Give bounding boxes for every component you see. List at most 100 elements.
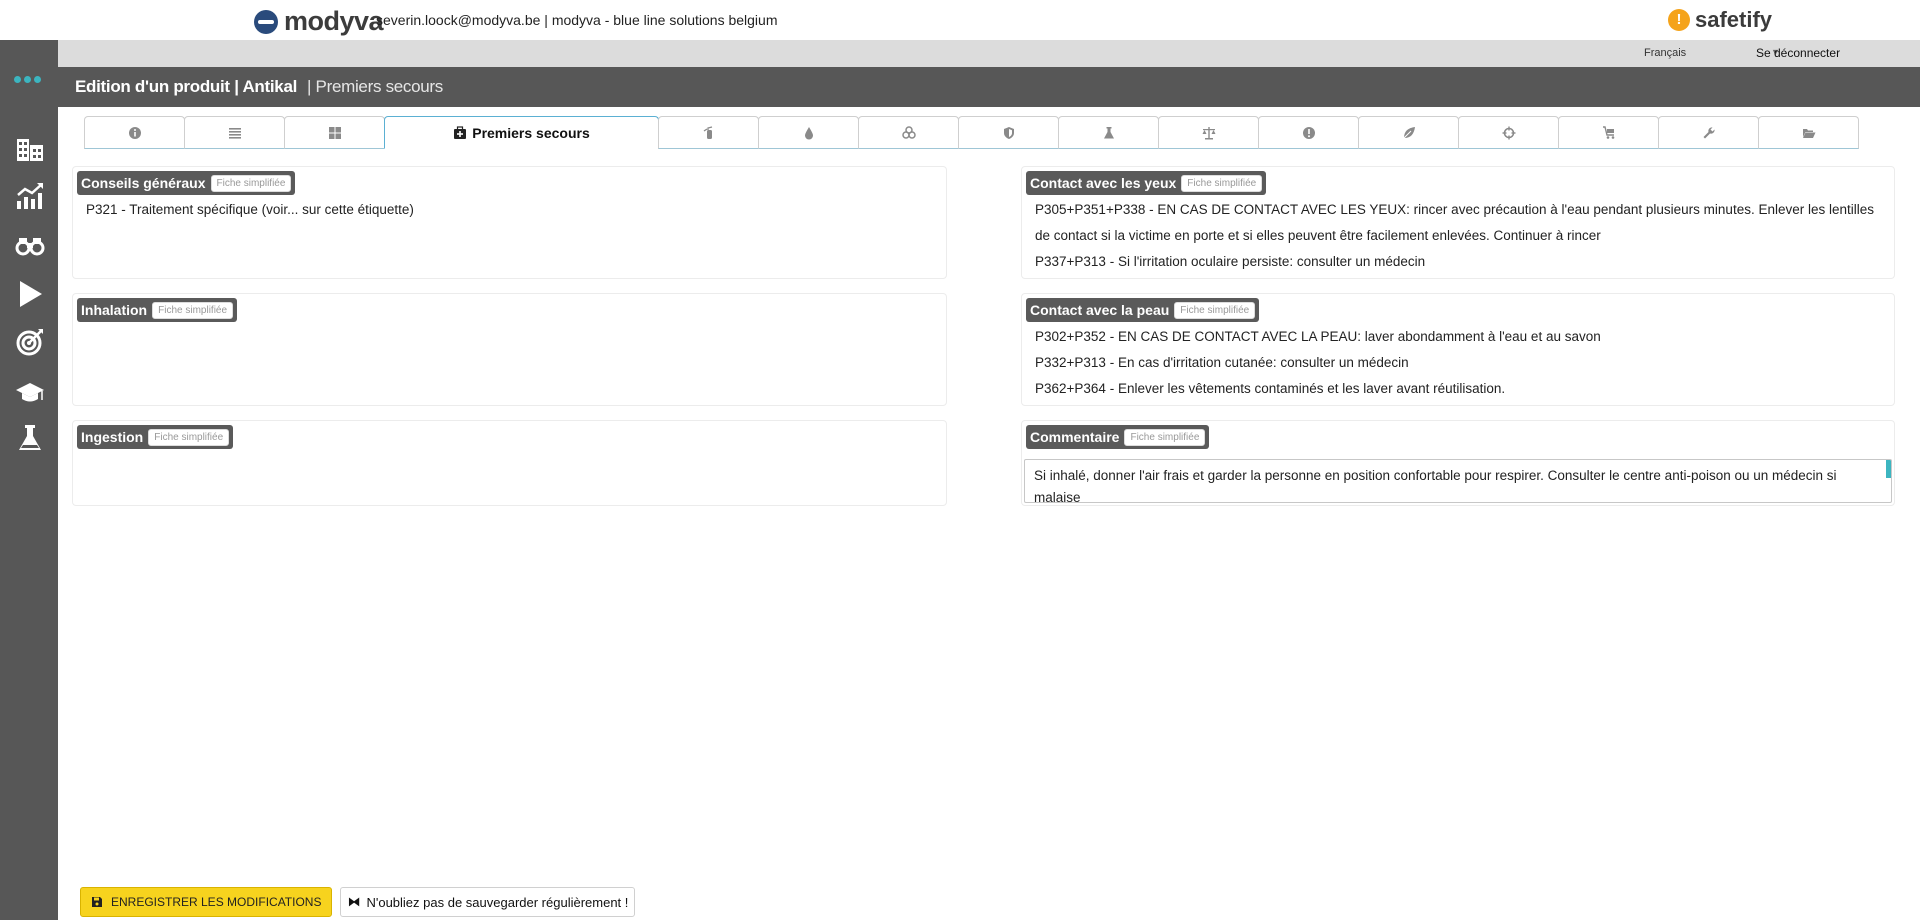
textarea-scrollbar[interactable]	[1886, 460, 1891, 478]
phrase-list: P302+P352 - EN CAS DE CONTACT AVEC LA PE…	[1035, 324, 1886, 402]
top-bar: modyva severin.loock@modyva.be | modyva …	[0, 0, 1920, 40]
section-header: Ingestion Fiche simplifiée	[77, 425, 234, 449]
scale-icon	[1202, 126, 1215, 139]
section-skin-contact: Contact avec la peau Fiche simplifiée P3…	[1021, 293, 1895, 406]
page-title: Edition d'un produit | Antikal	[75, 77, 298, 96]
bowtie-icon: ⧓	[347, 894, 361, 909]
phrase-item: P302+P352 - EN CAS DE CONTACT AVEC LA PE…	[1035, 329, 1601, 344]
tab-protection[interactable]	[958, 116, 1059, 149]
crosshair-icon	[1502, 126, 1515, 139]
user-info: severin.loock@modyva.be | modyva - blue …	[376, 12, 778, 28]
section-inhalation: Inhalation Fiche simplifiée	[72, 293, 947, 406]
section-header: Conseils généraux Fiche simplifiée	[77, 171, 296, 195]
biohazard-icon	[901, 125, 916, 139]
tab-bar: Premiers secours	[84, 116, 1859, 149]
simplified-sheet-badge[interactable]: Fiche simplifiée	[148, 428, 230, 446]
safetify-logo: ! safetify	[1668, 7, 1772, 33]
grid-icon	[328, 126, 341, 139]
menu-dots-icon[interactable]	[14, 76, 41, 83]
folder-open-icon	[1802, 128, 1815, 138]
wrench-icon	[1703, 126, 1715, 138]
page-subtitle: | Premiers secours	[307, 77, 443, 96]
safetify-logo-icon: !	[1668, 9, 1690, 31]
section-header: Inhalation Fiche simplifiée	[77, 298, 238, 322]
flask-icon[interactable]	[15, 423, 45, 453]
tab-info[interactable]	[84, 116, 185, 149]
save-reminder: ⧓ N'oubliez pas de sauvegarder régulière…	[340, 887, 636, 917]
comment-text: Si inhalé, donner l'air frais et garder …	[1034, 468, 1837, 503]
tab-first-aid-label: Premiers secours	[472, 124, 590, 141]
simplified-sheet-badge[interactable]: Fiche simplifiée	[1181, 174, 1263, 192]
tab-disposal[interactable]	[1458, 116, 1559, 149]
phrase-item: P337+P313 - Si l'irritation oculaire per…	[1035, 254, 1426, 269]
floppy-disk-icon	[92, 897, 102, 907]
modyva-logo[interactable]: modyva	[254, 6, 384, 37]
info-icon	[128, 126, 141, 139]
phrase-item: P305+P351+P338 - EN CAS DE CONTACT AVEC …	[1035, 202, 1875, 243]
fire-extinguisher-icon	[703, 125, 712, 139]
target-icon[interactable]	[15, 327, 45, 357]
logout-link[interactable]: Se déconnecter	[1756, 46, 1840, 60]
partner-brand: safetify	[1695, 7, 1773, 32]
tab-first-aid[interactable]: Premiers secours	[384, 116, 659, 149]
section-title: Commentaire	[1030, 429, 1120, 445]
tab-accidental-release[interactable]	[758, 116, 859, 149]
simplified-sheet-badge[interactable]: Fiche simplifiée	[210, 174, 292, 192]
tab-ecology[interactable]	[1358, 116, 1459, 149]
shield-icon	[1003, 126, 1014, 139]
section-ingestion: Ingestion Fiche simplifiée	[72, 420, 947, 506]
save-button-label: ENREGISTRER LES MODIFICATIONS	[111, 895, 322, 909]
tab-stability[interactable]	[1158, 116, 1259, 149]
tab-toxicology[interactable]	[1258, 116, 1359, 149]
phrase-list: P305+P351+P338 - EN CAS DE CONTACT AVEC …	[1035, 197, 1886, 275]
language-select[interactable]: Français	[1644, 47, 1686, 59]
graduation-cap-icon[interactable]	[15, 377, 45, 407]
footer-actions: ENREGISTRER LES MODIFICATIONS ⧓ N'oublie…	[80, 887, 636, 917]
section-comment: Commentaire Fiche simplifiée Si inhalé, …	[1021, 420, 1895, 506]
section-general-advice: Conseils généraux Fiche simplifiée P321 …	[72, 166, 947, 279]
section-header: Commentaire Fiche simplifiée	[1026, 425, 1210, 449]
tab-handling[interactable]	[858, 116, 959, 149]
tab-list[interactable]	[184, 116, 285, 149]
tab-fire-fighting[interactable]	[658, 116, 759, 149]
simplified-sheet-badge[interactable]: Fiche simplifiée	[1174, 301, 1256, 319]
flask-icon	[1103, 126, 1114, 138]
save-reminder-text: N'oubliez pas de sauvegarder régulièreme…	[366, 894, 629, 910]
chart-growth-icon[interactable]	[15, 181, 45, 211]
brand-name: modyva	[284, 6, 384, 36]
section-eye-contact: Contact avec les yeux Fiche simplifiée P…	[1021, 166, 1895, 279]
section-title: Ingestion	[81, 429, 144, 445]
sidebar	[0, 40, 58, 920]
list-icon	[228, 127, 241, 139]
play-icon[interactable]	[15, 279, 45, 309]
tab-grid[interactable]	[284, 116, 385, 149]
phrase-item: P362+P364 - Enlever les vêtements contam…	[1035, 381, 1506, 396]
first-aid-icon	[454, 125, 467, 139]
cart-icon	[1602, 125, 1614, 139]
tab-transport[interactable]	[1558, 116, 1659, 149]
binoculars-icon[interactable]	[15, 229, 45, 259]
simplified-sheet-badge[interactable]: Fiche simplifiée	[1124, 428, 1206, 446]
phrase-item: P321 - Traitement spécifique (voir... su…	[86, 202, 414, 217]
section-title: Inhalation	[81, 302, 148, 318]
title-bar: Edition d'un produit | Antikal | Premier…	[58, 67, 1920, 107]
drop-icon	[804, 126, 813, 139]
tab-regulation[interactable]	[1658, 116, 1759, 149]
simplified-sheet-badge[interactable]: Fiche simplifiée	[152, 301, 234, 319]
leaf-icon	[1403, 126, 1415, 138]
section-title: Contact avec les yeux	[1030, 175, 1177, 191]
section-header: Contact avec la peau Fiche simplifiée	[1026, 298, 1260, 322]
save-button[interactable]: ENREGISTRER LES MODIFICATIONS	[80, 887, 333, 917]
section-title: Conseils généraux	[81, 175, 206, 191]
section-title: Contact avec la peau	[1030, 302, 1170, 318]
phrase-list: P321 - Traitement spécifique (voir... su…	[86, 197, 938, 223]
comment-textarea[interactable]: Si inhalé, donner l'air frais et garder …	[1024, 459, 1892, 503]
buildings-icon[interactable]	[15, 133, 45, 163]
section-header: Contact avec les yeux Fiche simplifiée	[1026, 171, 1267, 195]
phrase-item: P332+P313 - En cas d'irritation cutanée:…	[1035, 355, 1409, 370]
language-bar: Français ▼ Se déconnecter	[58, 40, 1920, 67]
tab-properties[interactable]	[1058, 116, 1159, 149]
exclamation-icon	[1302, 126, 1315, 139]
modyva-logo-icon	[254, 9, 278, 34]
tab-documents[interactable]	[1758, 116, 1859, 149]
